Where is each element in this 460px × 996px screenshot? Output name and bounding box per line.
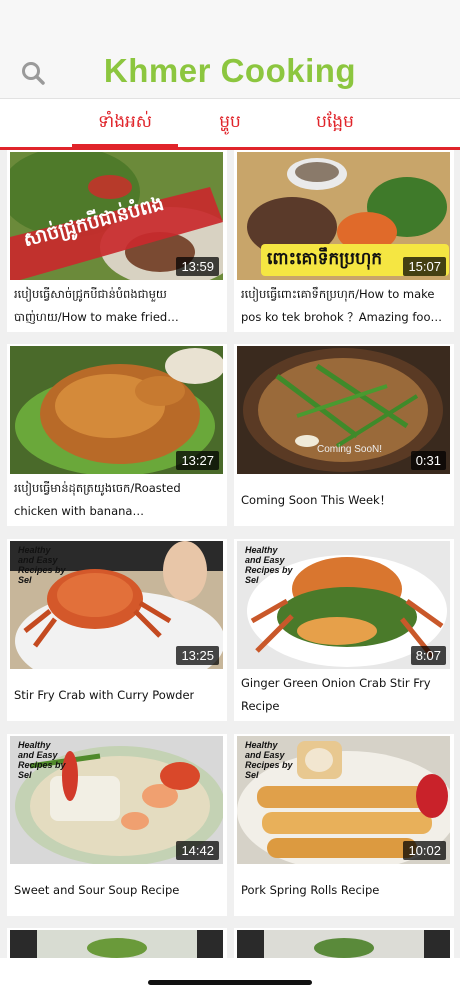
video-card-partial[interactable] bbox=[234, 928, 454, 958]
video-duration: 10:02 bbox=[403, 841, 446, 860]
video-card[interactable]: Coming SooN! 0:31 Coming Soon This Week！ bbox=[234, 344, 454, 526]
bottom-safe-area bbox=[0, 958, 460, 996]
video-card[interactable]: Healthy and Easy Recipes by Sel 8:07 Gin… bbox=[234, 539, 454, 721]
home-indicator[interactable] bbox=[148, 980, 312, 985]
tab-food[interactable]: ម្ហូប bbox=[200, 99, 260, 147]
video-card-partial[interactable] bbox=[7, 928, 227, 958]
video-thumbnail: Healthy and Easy Recipes by Sel 13:25 bbox=[10, 541, 223, 669]
app-header: Khmer Cooking bbox=[0, 0, 460, 98]
video-duration: 8:07 bbox=[410, 646, 446, 665]
video-thumbnail: Healthy and Easy Recipes by Sel 8:07 bbox=[237, 541, 450, 669]
thumbnail-overlay-text: Healthy and Easy Recipes by Sel bbox=[245, 740, 293, 780]
thumbnail-overlay-text: ពោះគោទឹកប្រហុក bbox=[267, 249, 383, 269]
thumbnail-overlay-text: Healthy and Easy Recipes by Sel bbox=[18, 740, 66, 780]
video-card[interactable]: ពោះគោទឹកប្រហុក 15:07 របៀបធ្វើពោះគោទឹកប្រ… bbox=[234, 150, 454, 332]
video-duration: 13:25 bbox=[176, 646, 219, 665]
category-tabs: ទាំងអស់ ម្ហូប បង្អែម bbox=[0, 98, 460, 150]
app-title: Khmer Cooking bbox=[103, 52, 357, 89]
video-duration: 14:42 bbox=[176, 841, 219, 860]
thumbnail-overlay-text: Coming SooN! bbox=[317, 444, 383, 455]
video-duration: 15:07 bbox=[403, 257, 446, 276]
video-title: របៀបធ្វើមាន់ដុតត្រយូងចេក/Roasted chicken… bbox=[14, 481, 181, 518]
tab-dessert[interactable]: បង្អែម bbox=[290, 99, 380, 147]
video-thumbnail: Healthy and Easy Recipes by Sel 10:02 bbox=[237, 736, 450, 864]
video-duration: 0:31 bbox=[410, 451, 446, 470]
thumbnail-overlay-text: Healthy and Easy Recipes by Sel bbox=[18, 545, 66, 585]
video-thumbnail: សាច់ជ្រូកបីជាន់បំពង 13:59 bbox=[10, 152, 223, 280]
video-card[interactable]: Healthy and Easy Recipes by Sel 13:25 St… bbox=[7, 539, 227, 721]
video-card[interactable]: 13:27 របៀបធ្វើមាន់ដុតត្រយូងចេក/Roasted c… bbox=[7, 344, 227, 526]
video-card[interactable]: សាច់ជ្រូកបីជាន់បំពង 13:59 របៀបធ្វើសាច់ជ្… bbox=[7, 150, 227, 332]
video-thumbnail: Healthy and Easy Recipes by Sel 14:42 bbox=[10, 736, 223, 864]
video-duration: 13:27 bbox=[176, 451, 219, 470]
video-thumbnail: Coming SooN! 0:31 bbox=[237, 346, 450, 474]
video-title: Pork Spring Rolls Recipe bbox=[241, 882, 380, 897]
video-title: Sweet and Sour Soup Recipe bbox=[14, 882, 180, 897]
video-title: Stir Fry Crab with Curry Powder bbox=[14, 687, 195, 702]
tab-all[interactable]: ទាំងអស់ bbox=[72, 99, 178, 150]
video-thumbnail: ពោះគោទឹកប្រហុក 15:07 bbox=[237, 152, 450, 280]
video-duration: 13:59 bbox=[176, 257, 219, 276]
video-title: Coming Soon This Week！ bbox=[241, 492, 392, 507]
video-title: របៀបធ្វើពោះគោទឹកប្រហុក/How to make pos k… bbox=[241, 287, 438, 324]
video-thumbnail: 13:27 bbox=[10, 346, 223, 474]
video-title: Ginger Green Onion Crab Stir Fry Recipe bbox=[241, 676, 431, 713]
video-title: របៀបធ្វើសាច់ជ្រូកបីជាន់បំពងជាមួយបាញ់ហយ/H… bbox=[14, 287, 168, 324]
video-card[interactable]: Healthy and Easy Recipes by Sel 14:42 Sw… bbox=[7, 734, 227, 916]
thumbnail-overlay-text: Healthy and Easy Recipes by Sel bbox=[245, 545, 293, 585]
video-card[interactable]: Healthy and Easy Recipes by Sel 10:02 Po… bbox=[234, 734, 454, 916]
